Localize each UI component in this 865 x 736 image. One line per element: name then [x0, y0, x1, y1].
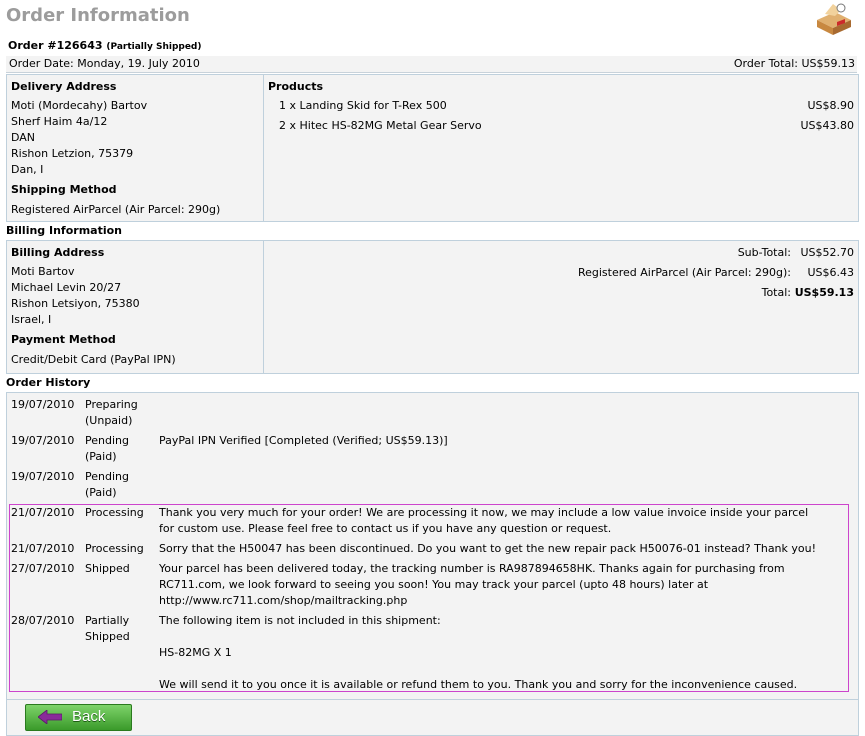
- history-date: 21/07/2010: [11, 542, 75, 555]
- history-status: (Paid): [85, 450, 117, 463]
- history-status: Pending: [85, 470, 129, 483]
- billing-line: Michael Levin 20/27: [11, 281, 122, 294]
- order-number: Order #126643 (Partially Shipped): [8, 39, 202, 52]
- billing-box: Billing Address Moti Bartov Michael Levi…: [6, 240, 859, 374]
- history-date: 28/07/2010: [11, 614, 75, 627]
- history-status: (Paid): [85, 486, 117, 499]
- order-number-text: Order #126643: [8, 39, 103, 52]
- delivery-line: DAN: [11, 131, 36, 144]
- history-status: Processing: [85, 542, 144, 555]
- order-history-title: Order History: [6, 376, 91, 389]
- history-status: Shipped: [85, 630, 130, 643]
- history-date: 27/07/2010: [11, 562, 75, 575]
- history-date: 19/07/2010: [11, 470, 75, 483]
- history-comment: Your parcel has been delivered today, th…: [159, 562, 785, 575]
- billing-heading: Billing Address: [11, 246, 105, 259]
- order-status: (Partially Shipped): [106, 42, 202, 52]
- payment-heading: Payment Method: [11, 333, 116, 346]
- arrow-left-icon: [37, 709, 63, 728]
- history-comment: RC711.com, we look forward to seeing you…: [159, 578, 709, 591]
- history-comment: for custom use. Please feel free to cont…: [159, 522, 612, 535]
- history-date: 19/07/2010: [11, 398, 75, 411]
- back-button-label: Back: [72, 708, 106, 725]
- subtotal-label: Sub-Total:: [737, 246, 791, 259]
- subtotal-value: US$52.70: [800, 246, 854, 259]
- billing-line: Moti Bartov: [11, 265, 75, 278]
- delivery-line: Moti (Mordecahy) Bartov: [11, 99, 148, 112]
- order-total: Order Total: US$59.13: [733, 57, 855, 70]
- total-value: US$59.13: [794, 286, 854, 299]
- order-date: Order Date: Monday, 19. July 2010: [9, 57, 200, 70]
- delivery-heading: Delivery Address: [11, 80, 117, 93]
- footer-bar: Back: [6, 699, 859, 736]
- product-desc: 1 x Landing Skid for T-Rex 500: [279, 99, 447, 112]
- history-status: Preparing: [85, 398, 138, 411]
- delivery-line: Sherf Haim 4a/12: [11, 115, 108, 128]
- product-price: US$8.90: [807, 99, 854, 112]
- billing-line: Rishon Letsiyon, 75380: [11, 297, 140, 310]
- history-date: 19/07/2010: [11, 434, 75, 447]
- total-label: Total:: [761, 286, 791, 299]
- delivery-products-box: Delivery Address Moti (Mordecahy) Bartov…: [6, 74, 859, 222]
- history-comment: Thank you very much for your order! We a…: [159, 506, 809, 519]
- payment-method: Credit/Debit Card (PayPal IPN): [11, 353, 176, 366]
- billing-info-title: Billing Information: [6, 224, 122, 237]
- delivery-line: Dan, I: [11, 163, 44, 176]
- history-comment: HS-82MG X 1: [159, 646, 232, 659]
- history-status: Partially: [85, 614, 130, 627]
- history-comment: The following item is not included in th…: [159, 614, 441, 627]
- history-status: Processing: [85, 506, 144, 519]
- history-comment: http://www.rc711.com/shop/mailtracking.p…: [159, 594, 408, 607]
- history-date: 21/07/2010: [11, 506, 75, 519]
- delivery-line: Rishon Letzion, 75379: [11, 147, 134, 160]
- box-icon: [811, 2, 855, 36]
- products-heading: Products: [268, 80, 324, 93]
- history-comment: We will send it to you once it is availa…: [159, 678, 798, 691]
- billing-line: Israel, I: [11, 313, 52, 326]
- history-comment: PayPal IPN Verified [Completed (Verified…: [159, 434, 448, 447]
- history-status: Shipped: [85, 562, 130, 575]
- history-status: Pending: [85, 434, 129, 447]
- shipping-method: Registered AirParcel (Air Parcel: 290g): [11, 203, 221, 216]
- order-summary-bar: Order Date: Monday, 19. July 2010 Order …: [6, 56, 857, 73]
- back-button[interactable]: Back: [25, 704, 132, 731]
- product-desc: 2 x Hitec HS-82MG Metal Gear Servo: [279, 119, 482, 132]
- page-title: Order Information: [6, 5, 190, 26]
- product-price: US$43.80: [800, 119, 854, 132]
- shipping-cost-value: US$6.43: [807, 266, 854, 279]
- history-comment: Sorry that the H50047 has been discontin…: [159, 542, 817, 555]
- shipping-cost-label: Registered AirParcel (Air Parcel: 290g):: [577, 266, 791, 279]
- history-status: (Unpaid): [85, 414, 133, 427]
- shipping-heading: Shipping Method: [11, 183, 117, 196]
